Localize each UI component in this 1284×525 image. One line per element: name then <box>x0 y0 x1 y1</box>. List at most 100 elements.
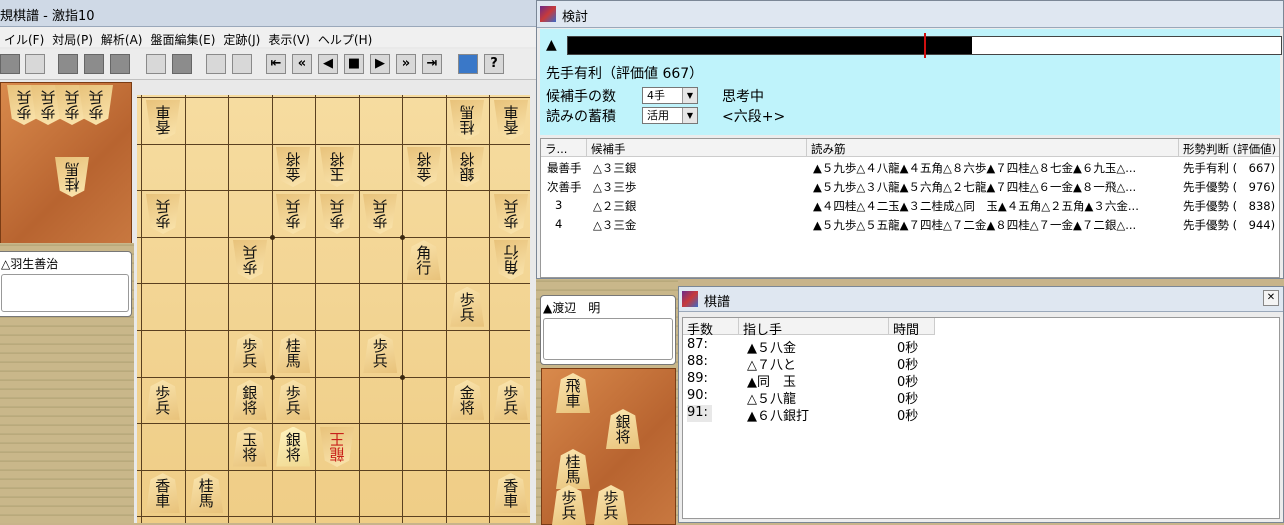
board-piece[interactable]: 銀将 <box>232 379 267 420</box>
board-piece[interactable]: 桂馬 <box>189 473 224 514</box>
tb-edit-icon[interactable] <box>206 54 226 74</box>
tb-save-icon[interactable] <box>58 54 78 74</box>
tb-open-icon[interactable] <box>25 54 45 74</box>
tb-board-icon[interactable] <box>146 54 166 74</box>
tb-print-icon[interactable] <box>84 54 104 74</box>
tb-last-icon[interactable]: ⇥ <box>422 54 442 74</box>
col-move-header[interactable]: 候補手 <box>587 139 807 157</box>
board-piece[interactable]: 歩兵 <box>450 286 485 327</box>
candidate-move[interactable]: △３三金 <box>593 217 636 236</box>
board-piece[interactable]: 歩兵 <box>276 194 310 234</box>
tb-new-icon[interactable] <box>0 54 20 74</box>
kifu-move[interactable]: △５八龍 <box>747 388 796 407</box>
kifu-col-move[interactable]: 指し手 <box>739 318 889 338</box>
kifu-col-time[interactable]: 時間 <box>889 318 935 338</box>
sente-hand-piece[interactable]: 歩兵 <box>594 485 628 525</box>
board-piece[interactable]: 玉将 <box>320 147 354 187</box>
board-piece[interactable]: 歩兵 <box>232 333 267 374</box>
board-piece[interactable]: 銀将 <box>276 426 311 467</box>
tb-edit2-icon[interactable] <box>232 54 252 74</box>
kifu-window: 棋譜 ✕ 手数 指し手 時間 87: ▲５八金 0秒 88: △７八と 0秒 89: ▲同 玉… <box>678 286 1284 523</box>
kifu-n[interactable]: 87: <box>687 337 708 354</box>
menu-view[interactable]: 表示(V) <box>264 27 314 48</box>
kifu-n[interactable]: 91: <box>687 405 712 422</box>
kifu-time[interactable]: 0秒 <box>897 405 918 424</box>
sente-hand-piece[interactable]: 飛車 <box>556 373 590 413</box>
accum-select[interactable]: 活用 ▼ <box>642 107 698 124</box>
tb-first-icon[interactable]: ⇤ <box>266 54 286 74</box>
board-piece[interactable]: 角行 <box>494 240 528 280</box>
board-piece[interactable]: 歩兵 <box>146 194 180 234</box>
board-piece[interactable]: 桂馬 <box>450 100 484 140</box>
kifu-move[interactable]: ▲５八金 <box>747 337 796 356</box>
col-pv-header[interactable]: 読み筋 <box>807 139 1179 157</box>
shogi-board: 香車桂馬香車金将玉将金将銀将歩兵歩兵歩兵歩兵歩兵歩兵角行角行歩兵歩兵桂馬歩兵歩兵… <box>137 95 530 523</box>
board-piece[interactable]: 角行 <box>406 240 441 281</box>
board-piece[interactable]: 龍王 <box>320 427 354 467</box>
candidate-judge: 先手優勢 ( 944) <box>1183 218 1276 232</box>
tb-stop-icon[interactable]: ■ <box>344 54 364 74</box>
board-piece[interactable]: 桂馬 <box>276 333 311 374</box>
tb-back-icon[interactable]: ◀ <box>318 54 338 74</box>
menu-board-edit[interactable]: 盤面編集(E) <box>146 27 219 48</box>
tb-monitor-icon[interactable] <box>458 54 478 74</box>
kifu-time[interactable]: 0秒 <box>897 354 918 373</box>
board-piece[interactable]: 歩兵 <box>363 194 397 234</box>
gote-hand-piece[interactable]: 桂馬 <box>55 157 89 197</box>
kifu-time[interactable]: 0秒 <box>897 371 918 390</box>
board-piece[interactable]: 歩兵 <box>145 379 180 420</box>
board-piece[interactable]: 香車 <box>146 100 180 140</box>
kifu-n[interactable]: 89: <box>687 371 708 388</box>
board-piece[interactable]: 香車 <box>145 473 180 514</box>
tb-back10-icon[interactable]: « <box>292 54 312 74</box>
tb-forward-icon[interactable]: ▶ <box>370 54 390 74</box>
sente-hand-piece[interactable]: 銀将 <box>606 409 640 449</box>
board-piece[interactable]: 香車 <box>494 100 528 140</box>
kifu-col-number[interactable]: 手数 <box>683 318 739 338</box>
sente-hand-piece[interactable]: 桂馬 <box>556 449 590 489</box>
menu-joseki[interactable]: 定跡(J) <box>219 27 264 48</box>
candidate-move[interactable]: △２三銀 <box>593 198 636 217</box>
col-rank-header[interactable]: ラ... <box>541 139 587 157</box>
kifu-n[interactable]: 90: <box>687 388 708 405</box>
board-piece[interactable]: 歩兵 <box>363 333 398 374</box>
menu-bar: イル(F) 対局(P) 解析(A) 盤面編集(E) 定跡(J) 表示(V) ヘルプ(H) <box>0 27 536 47</box>
board-piece[interactable]: 歩兵 <box>494 194 528 234</box>
menu-file[interactable]: イル(F) <box>0 27 48 48</box>
board-piece[interactable]: 玉将 <box>232 426 267 467</box>
board-piece[interactable]: 香車 <box>493 473 528 514</box>
board-piece[interactable]: 銀将 <box>450 147 484 187</box>
close-icon[interactable]: ✕ <box>1263 290 1279 306</box>
menu-game[interactable]: 対局(P) <box>48 27 97 48</box>
candidate-move[interactable]: △３三歩 <box>593 179 636 198</box>
board-piece[interactable]: 歩兵 <box>276 379 311 420</box>
kifu-move[interactable]: △７八と <box>747 354 796 373</box>
candidate-move[interactable]: △３三銀 <box>593 160 636 179</box>
board-piece[interactable]: 金将 <box>276 147 310 187</box>
menu-help[interactable]: ヘルプ(H) <box>314 27 376 48</box>
candidates-select[interactable]: 4手 ▼ <box>642 87 698 104</box>
tb-forward10-icon[interactable]: » <box>396 54 416 74</box>
board-piece[interactable]: 歩兵 <box>233 240 267 280</box>
board-piece[interactable]: 金将 <box>407 147 441 187</box>
gote-hand-piece[interactable]: 歩兵 <box>79 85 113 125</box>
tb-copy-icon[interactable] <box>110 54 130 74</box>
board-piece[interactable]: 歩兵 <box>320 194 354 234</box>
app-icon <box>682 291 698 307</box>
candidates-label: 候補手の数 <box>546 89 616 105</box>
kifu-move[interactable]: ▲同 玉 <box>747 371 796 390</box>
col-judge-header[interactable]: 形勢判断 (評価値) <box>1179 139 1279 157</box>
board-line <box>228 95 229 523</box>
sente-info-box <box>543 318 673 360</box>
kifu-time[interactable]: 0秒 <box>897 337 918 356</box>
sente-hand-piece[interactable]: 歩兵 <box>552 485 586 525</box>
analysis-window: 検討 ▲ 先手有利（評価値 667） 候補手の数 4手 ▼ 思考中 読みの蓄積 … <box>536 0 1284 279</box>
kifu-time[interactable]: 0秒 <box>897 388 918 407</box>
tb-flip-icon[interactable] <box>172 54 192 74</box>
board-piece[interactable]: 歩兵 <box>493 379 528 420</box>
tb-help-icon[interactable]: ? <box>484 54 504 74</box>
kifu-n[interactable]: 88: <box>687 354 708 371</box>
kifu-move[interactable]: ▲６八銀打 <box>747 405 809 424</box>
board-piece[interactable]: 金将 <box>450 379 485 420</box>
menu-analysis[interactable]: 解析(A) <box>97 27 147 48</box>
